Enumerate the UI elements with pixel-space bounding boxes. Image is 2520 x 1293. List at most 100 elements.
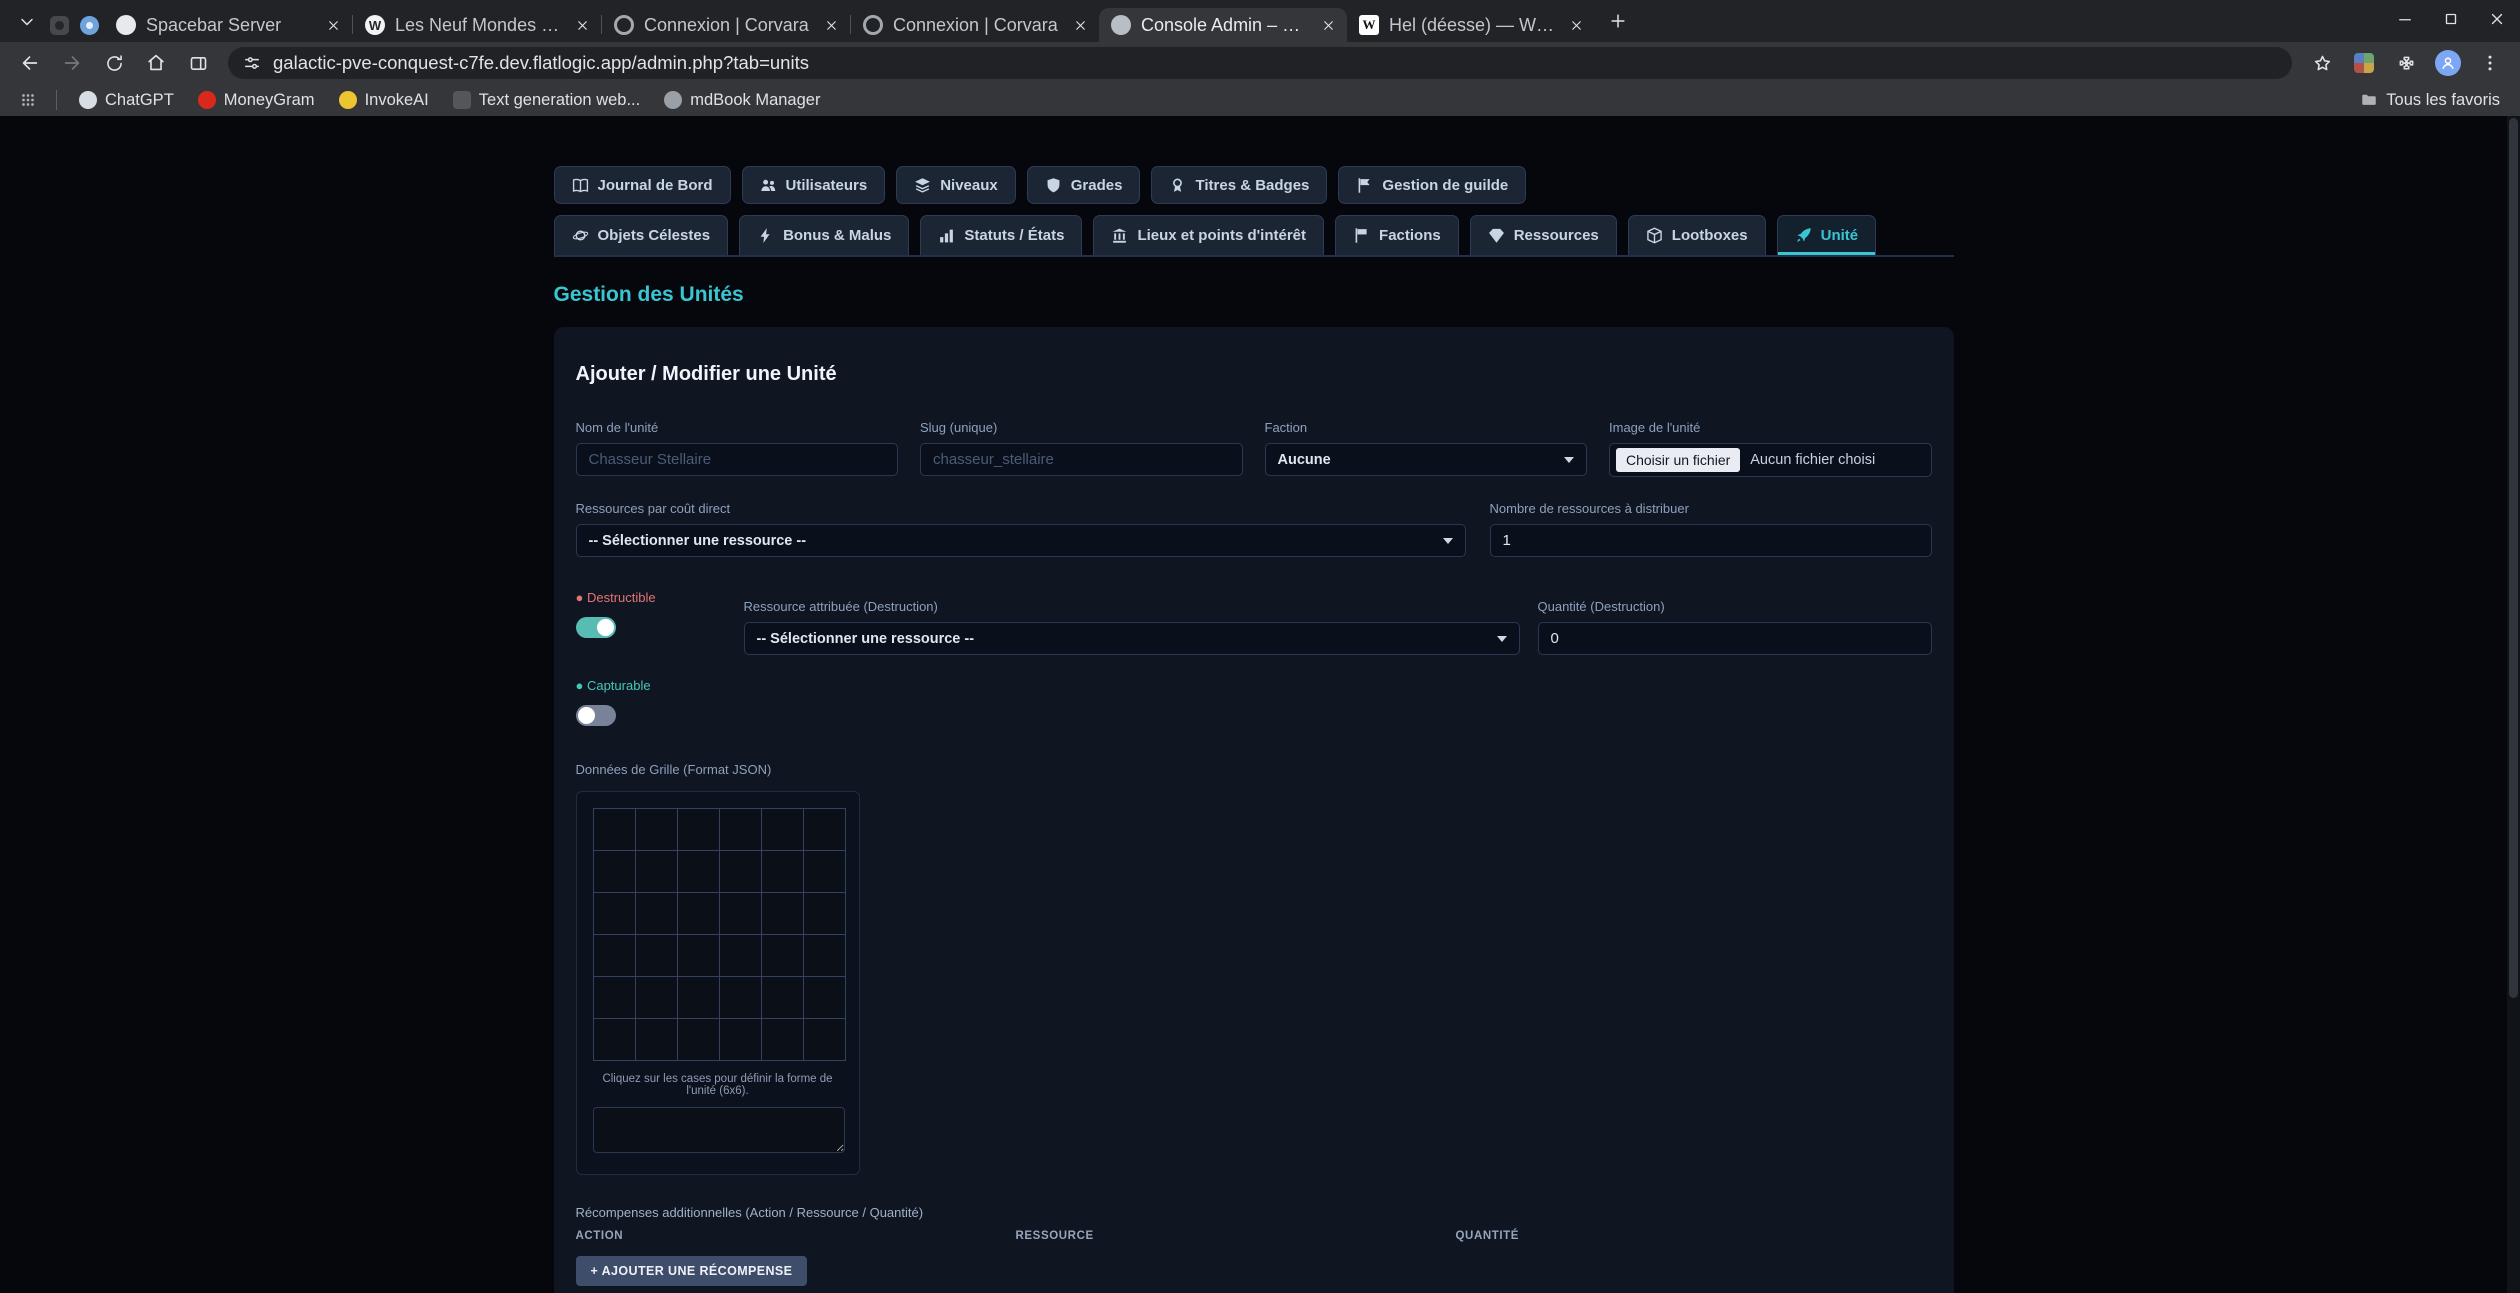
grid-cell[interactable] xyxy=(636,1019,678,1061)
tab-connexion-corvara-1[interactable]: Connexion | Corvara xyxy=(602,8,850,42)
bookmark-mdbook[interactable]: mdBook Manager xyxy=(654,88,830,113)
pinned-tab-1[interactable] xyxy=(44,8,74,42)
choose-file-button[interactable]: Choisir un fichier xyxy=(1616,448,1740,472)
add-reward-button[interactable]: + AJOUTER UNE RÉCOMPENSE xyxy=(576,1256,808,1286)
bookmark-chatgpt[interactable]: ChatGPT xyxy=(69,88,184,113)
destruction-qty-input[interactable] xyxy=(1538,622,1932,655)
nav-gestion-de-guilde[interactable]: Gestion de guilde xyxy=(1338,166,1526,204)
tab-close-icon[interactable] xyxy=(1069,14,1091,36)
reload-button[interactable] xyxy=(94,45,134,81)
close-button[interactable] xyxy=(2474,0,2520,38)
slug-input[interactable] xyxy=(920,443,1243,476)
grid-cell[interactable] xyxy=(720,977,762,1019)
tab-statuts-etats[interactable]: Statuts / États xyxy=(920,215,1082,255)
page-scrollbar[interactable] xyxy=(2507,116,2520,1293)
grid-cell[interactable] xyxy=(762,977,804,1019)
tab-close-icon[interactable] xyxy=(1565,14,1587,36)
bookmark-invokeai[interactable]: InvokeAI xyxy=(329,88,439,113)
destructible-toggle[interactable] xyxy=(576,617,616,638)
grid-cell[interactable] xyxy=(804,935,846,977)
grid-cell[interactable] xyxy=(720,893,762,935)
tab-connexion-corvara-2[interactable]: Connexion | Corvara xyxy=(851,8,1099,42)
unit-image-file-input[interactable]: Choisir un fichier Aucun fichier choisi xyxy=(1609,443,1932,477)
tab-close-icon[interactable] xyxy=(322,14,344,36)
destruction-resource-select[interactable]: -- Sélectionner une ressource -- xyxy=(744,622,1520,655)
tab-close-icon[interactable] xyxy=(820,14,842,36)
grid-cell[interactable] xyxy=(636,893,678,935)
tab-unite[interactable]: Unité xyxy=(1777,215,1877,255)
grid-cell[interactable] xyxy=(594,809,636,851)
all-bookmarks-button[interactable]: Tous les favoris xyxy=(2352,88,2508,113)
forward-button[interactable] xyxy=(52,45,92,81)
grid-cell[interactable] xyxy=(804,851,846,893)
tab-objets-celestes[interactable]: Objets Célestes xyxy=(554,215,729,255)
grid-cell[interactable] xyxy=(762,851,804,893)
grid-cell[interactable] xyxy=(762,935,804,977)
extensions-button[interactable] xyxy=(2386,45,2426,81)
grid-cell[interactable] xyxy=(804,893,846,935)
pinned-extension-button[interactable] xyxy=(2344,45,2384,81)
grid-cell[interactable] xyxy=(636,977,678,1019)
tab-spacebar-server[interactable]: Spacebar Server xyxy=(104,8,352,42)
grid-cell[interactable] xyxy=(594,851,636,893)
grid-cell[interactable] xyxy=(594,1019,636,1061)
site-info-icon[interactable] xyxy=(242,53,262,73)
grid-cell[interactable] xyxy=(804,977,846,1019)
grid-cell[interactable] xyxy=(720,1019,762,1061)
home-button[interactable] xyxy=(136,45,176,81)
side-panel-button[interactable] xyxy=(178,45,218,81)
pinned-tab-2[interactable] xyxy=(74,8,104,42)
grid-cell[interactable] xyxy=(720,851,762,893)
capturable-toggle[interactable] xyxy=(576,705,616,726)
grid-cell[interactable] xyxy=(678,893,720,935)
tab-lootboxes[interactable]: Lootboxes xyxy=(1628,215,1766,255)
grid-cell[interactable] xyxy=(804,809,846,851)
unit-name-input[interactable] xyxy=(576,443,899,476)
grid-cell[interactable] xyxy=(594,977,636,1019)
nav-journal-de-bord[interactable]: Journal de Bord xyxy=(554,166,731,204)
resource-cost-select[interactable]: -- Sélectionner une ressource -- xyxy=(576,524,1466,557)
apps-grid-button[interactable] xyxy=(12,86,44,114)
tab-bonus-malus[interactable]: Bonus & Malus xyxy=(739,215,909,255)
url-text[interactable]: galactic-pve-conquest-c7fe.dev.flatlogic… xyxy=(273,52,809,74)
distribute-count-input[interactable] xyxy=(1490,524,1932,557)
tab-factions[interactable]: Factions xyxy=(1335,215,1459,255)
grid-cell[interactable] xyxy=(678,935,720,977)
bookmark-star-button[interactable] xyxy=(2302,45,2342,81)
back-button[interactable] xyxy=(10,45,50,81)
grid-cell[interactable] xyxy=(678,1019,720,1061)
tab-close-icon[interactable] xyxy=(1317,14,1339,36)
tab-ressources[interactable]: Ressources xyxy=(1470,215,1617,255)
tab-les-neuf-mondes[interactable]: W Les Neuf Mondes de la Mythol... xyxy=(353,8,601,42)
grid-cell[interactable] xyxy=(636,935,678,977)
new-tab-button[interactable] xyxy=(1601,4,1635,38)
grid-cell[interactable] xyxy=(762,809,804,851)
grid-cell[interactable] xyxy=(678,977,720,1019)
grid-cell[interactable] xyxy=(678,809,720,851)
grid-cell[interactable] xyxy=(594,935,636,977)
grid-cell[interactable] xyxy=(762,893,804,935)
tab-close-icon[interactable] xyxy=(571,14,593,36)
nav-niveaux[interactable]: Niveaux xyxy=(896,166,1016,204)
minimize-button[interactable] xyxy=(2382,0,2428,38)
scrollbar-thumb[interactable] xyxy=(2509,118,2518,998)
bookmark-textgen[interactable]: Text generation web... xyxy=(443,88,650,113)
profile-button[interactable] xyxy=(2428,45,2468,81)
nav-grades[interactable]: Grades xyxy=(1027,166,1141,204)
maximize-button[interactable] xyxy=(2428,0,2474,38)
address-bar[interactable]: galactic-pve-conquest-c7fe.dev.flatlogic… xyxy=(228,47,2292,79)
grid-cell[interactable] xyxy=(636,809,678,851)
grid-cell[interactable] xyxy=(720,935,762,977)
nav-titres-badges[interactable]: Titres & Badges xyxy=(1151,166,1327,204)
tab-lieux-points-interet[interactable]: Lieux et points d'intérêt xyxy=(1093,215,1324,255)
bookmark-moneygram[interactable]: MoneyGram xyxy=(188,88,325,113)
grid-cell[interactable] xyxy=(636,851,678,893)
nav-utilisateurs[interactable]: Utilisateurs xyxy=(742,166,886,204)
tab-hel-wikipedia[interactable]: W Hel (déesse) — Wikipédia xyxy=(1347,8,1595,42)
grid-cell[interactable] xyxy=(678,851,720,893)
browser-menu-button[interactable] xyxy=(2470,45,2510,81)
grid-cell[interactable] xyxy=(762,1019,804,1061)
grid-cell[interactable] xyxy=(594,893,636,935)
grid-json-textarea[interactable] xyxy=(593,1107,845,1153)
tab-console-admin-nexus[interactable]: Console Admin – Nexus xyxy=(1099,8,1347,42)
